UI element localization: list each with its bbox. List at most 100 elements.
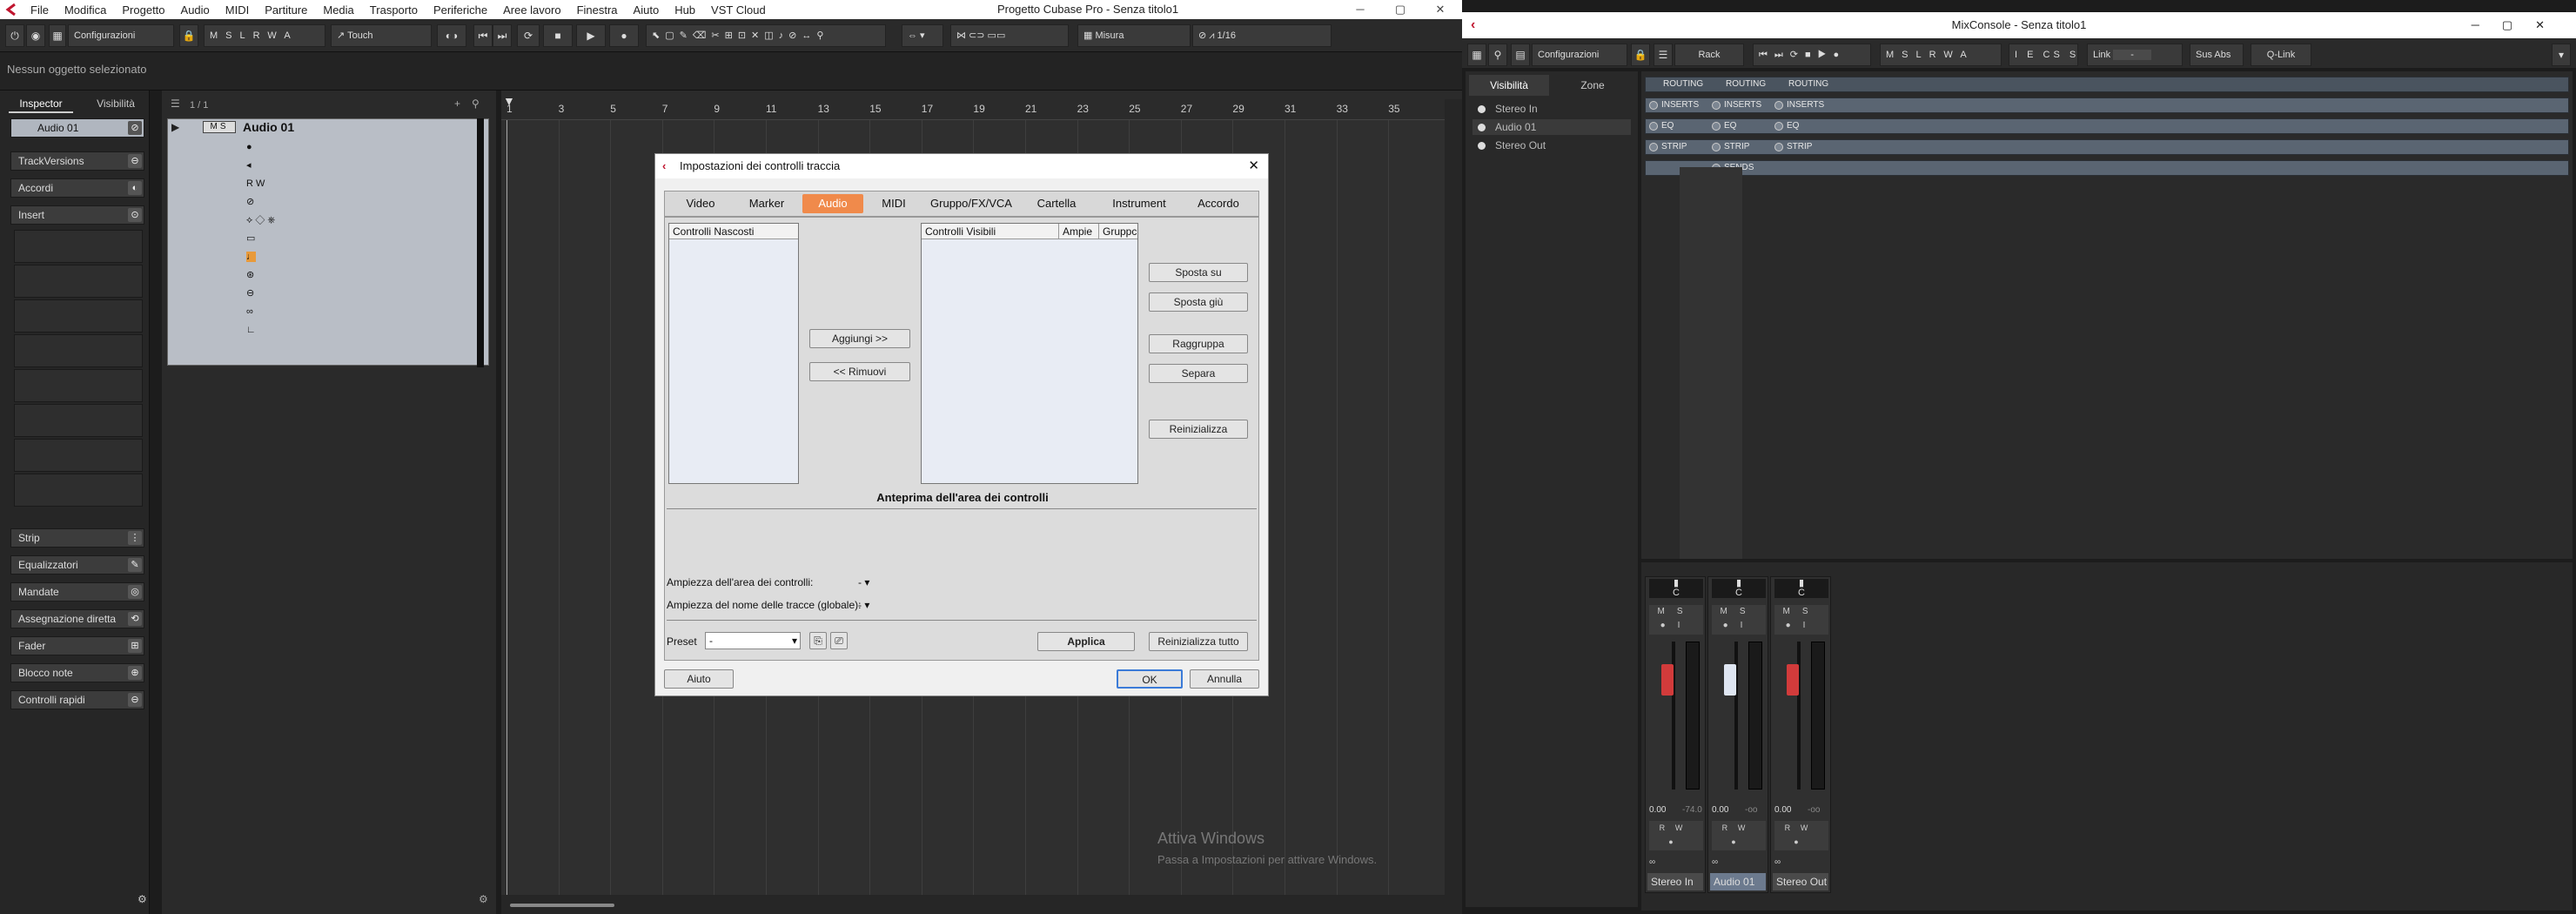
toolbar-toggle[interactable]: M (1886, 50, 1902, 60)
section-toggle-icon[interactable]: ⋮ (128, 531, 142, 545)
volume-fader[interactable] (1724, 664, 1736, 696)
record-mode-icon[interactable]: ◐◑ (437, 24, 466, 47)
rewind-icon[interactable]: ⏮ (473, 24, 493, 47)
rack-cell-strip[interactable]: STRIP (1646, 140, 1687, 154)
rack-cell-routing[interactable]: ROUTING (1708, 77, 1766, 91)
menu-item[interactable]: Periferiche (426, 3, 495, 17)
toolbar-toggle[interactable]: R (1929, 50, 1944, 60)
constrain-delay-icon[interactable]: ◉ (26, 24, 45, 47)
tab-zones[interactable]: Zone (1553, 75, 1633, 96)
cycle-icon[interactable]: ⟳ (517, 24, 540, 47)
name-width-value[interactable]: - ▾ (858, 599, 869, 611)
volume-value[interactable]: 0.00 (1712, 805, 1728, 815)
zoom-tools[interactable]: ⋈ ⊂⊃ ▭▭ (950, 24, 1069, 47)
mix-msrw[interactable]: MSLRWA (1880, 44, 2002, 66)
vertical-zoom-bar[interactable] (1445, 99, 1462, 895)
inspector-section[interactable]: Strip ⋮ (10, 528, 144, 548)
section-toggle-icon[interactable]: ⟲ (128, 612, 142, 626)
visible-controls-list[interactable]: Controlli Visibili Ampie Gruppc (921, 223, 1138, 484)
write-button[interactable]: W (256, 178, 265, 189)
menu-item[interactable]: Audio (173, 3, 218, 17)
maximize-icon[interactable]: ▢ (1380, 0, 1420, 19)
tab-inspector[interactable]: Inspector (9, 94, 73, 113)
toolbar-toggle[interactable]: A (1960, 50, 1974, 60)
track-controls[interactable]: ● ◂ R W ⊘ ⟡ ◇ ⎈ ▭ ♩ ⊛ ⊖ ∞ ∟ (246, 138, 299, 339)
cubase-logo-icon[interactable] (0, 0, 23, 19)
section-toggle-icon[interactable]: ◎ (128, 585, 142, 599)
move-down-button[interactable]: Sposta giù (1149, 292, 1248, 312)
controls-width-value[interactable]: - ▾ (858, 576, 869, 588)
expand-icon[interactable]: ▶ (171, 121, 179, 133)
lane-icon[interactable]: ♩ (246, 252, 256, 262)
tab-visibility[interactable]: Visibilità (85, 94, 146, 113)
tool-buttons[interactable]: ⬉▢✎⌫✂⊞⊡✕◫♪⊘↔⚲ (646, 24, 886, 47)
toolbar-toggle[interactable]: S (1902, 50, 1915, 60)
sus-abs-buttons[interactable]: Sus Abs (2190, 44, 2244, 66)
dialog-tab[interactable]: Instrument (1095, 194, 1184, 213)
move-up-button[interactable]: Sposta su (1149, 263, 1248, 282)
inspector-section[interactable]: Insert ⊙ (10, 205, 144, 225)
help-button[interactable]: Aiuto (664, 669, 734, 689)
pan-control[interactable]: ▮ C (1712, 579, 1766, 598)
volume-value[interactable]: 0.00 (1649, 805, 1666, 815)
dialog-tab[interactable]: Gruppo/FX/VCA (924, 194, 1018, 213)
visibility-toggle-icon[interactable] (1478, 105, 1486, 113)
dialog-tab[interactable]: Marker (731, 194, 802, 213)
qlink-button[interactable]: Q-Link (2251, 44, 2311, 66)
toolbar-toggle[interactable]: W (267, 30, 284, 41)
inspector-section[interactable]: Controlli rapidi ⊖ (10, 690, 144, 709)
track-settings-icon[interactable]: ⊘ (128, 121, 142, 135)
dialog-tab[interactable]: MIDI (863, 194, 924, 213)
read-write-buttons[interactable]: RW ● (1712, 821, 1766, 850)
toolbar-toggle[interactable]: M (210, 30, 225, 41)
inspector-section[interactable]: Mandate ◎ (10, 582, 144, 601)
play-icon[interactable]: ▶ (576, 24, 606, 47)
quantize-dropdown[interactable]: ⊘ ⩘ 1/16 (1192, 24, 1332, 47)
visibility-toggle-icon[interactable] (1478, 142, 1486, 150)
channel-strip[interactable]: ▮ C MS ●I 0.00 -oo RW ● ∞ Stereo Out (1770, 576, 1831, 893)
volume-fader[interactable] (1787, 664, 1799, 696)
track-list-settings-icon[interactable]: ⚙ (479, 893, 488, 905)
mute-solo-buttons[interactable]: MS (203, 121, 236, 133)
timeline-ruler[interactable]: ▼ 1 3 5 7 9 11 13 15 17 19 21 23 25 27 29 31 33 35 (501, 91, 1462, 120)
menu-item[interactable]: Media (315, 3, 361, 17)
grid-type-dropdown[interactable]: ▦ Misura (1077, 24, 1191, 47)
mix-configurations-dropdown[interactable]: Configurazioni (1532, 44, 1627, 66)
channel-strip[interactable]: ▮ C MS ●I 0.00 -oo RW ● ∞ Audio 01 (1707, 576, 1768, 893)
link-dropdown[interactable]: Link - (2087, 44, 2183, 66)
volume-value[interactable]: 0.00 (1774, 805, 1791, 815)
layout-icon[interactable]: ▦ (49, 24, 66, 47)
pan-control[interactable]: ▮ C (1774, 579, 1828, 598)
rack-cell-inserts[interactable]: INSERTS (1646, 98, 1699, 112)
menu-item[interactable]: File (23, 3, 57, 17)
section-toggle-icon[interactable]: ✎ (128, 558, 142, 572)
menu-item[interactable]: MIDI (218, 3, 257, 17)
pan-control[interactable]: ▮ C (1649, 579, 1703, 598)
insert-slot[interactable] (14, 230, 143, 263)
peak-value[interactable]: -74.0 (1682, 805, 1702, 815)
peak-value[interactable]: -oo (1808, 805, 1820, 815)
insert-slot[interactable] (14, 265, 143, 298)
search-icon[interactable]: ⚲ (472, 97, 480, 110)
window-controls[interactable]: ─▢✕ (2472, 12, 2567, 38)
channel-name[interactable]: Audio 01 (1710, 873, 1766, 890)
channel-name[interactable]: Stereo Out (1773, 873, 1828, 890)
visibility-item[interactable]: Stereo Out (1472, 138, 1631, 153)
stop-icon[interactable]: ■ (543, 24, 573, 47)
rack-cell-eq[interactable]: EQ (1708, 119, 1736, 133)
insert-slot[interactable] (14, 404, 143, 437)
toolbar-toggle[interactable]: L (1916, 50, 1929, 60)
apply-button[interactable]: Applica (1037, 632, 1135, 651)
mute-button[interactable]: M (210, 122, 219, 131)
link-icon[interactable]: ∞ (1774, 857, 1828, 870)
menu-item[interactable]: Finestra (569, 3, 626, 17)
track-name[interactable]: Audio 01 (243, 120, 294, 134)
menu-item[interactable]: Aiuto (626, 3, 667, 17)
reset-button[interactable]: Reinizializza (1149, 420, 1248, 439)
preset-dropdown[interactable]: - ▾ (705, 632, 801, 649)
msrw-buttons[interactable]: MSLRWA (204, 24, 325, 47)
insert-slot[interactable] (14, 334, 143, 367)
snap-tools[interactable]: ⇔ ▾ (902, 24, 943, 47)
rack-button[interactable]: Rack (1674, 44, 1744, 66)
rack-cell-eq[interactable]: EQ (1646, 119, 1674, 133)
